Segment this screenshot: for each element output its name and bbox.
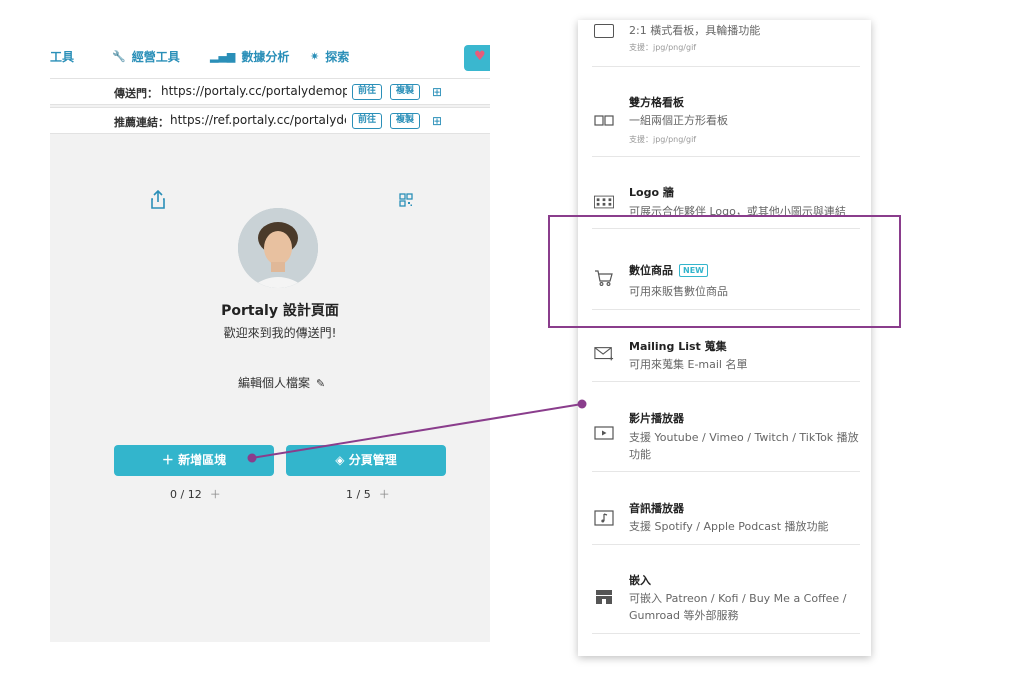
connector-start-dot [247,453,257,463]
connector-end-dot [577,399,587,409]
connector-line [247,399,587,463]
